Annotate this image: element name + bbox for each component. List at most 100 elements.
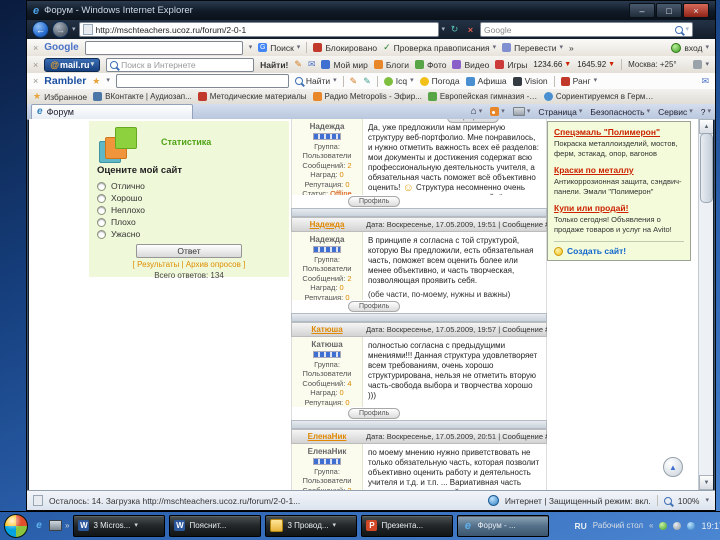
radio-icon[interactable] [97, 181, 106, 191]
refresh-button[interactable]: ↻ [448, 22, 461, 37]
stop-button[interactable]: × [464, 22, 477, 37]
radio-icon[interactable] [97, 193, 106, 203]
maximize-button[interactable]: □ [656, 3, 682, 18]
spellcheck-button[interactable]: ✓ Проверка правописания ▾ [383, 42, 496, 53]
favorite-link-vk[interactable]: ВКонтакте | Аудиозап... [93, 92, 192, 101]
profile-button[interactable]: Профиль [348, 301, 401, 312]
poll-results-links[interactable]: [ Результаты | Архив опросов ] [97, 260, 281, 269]
desktop-toolbar-label[interactable]: Рабочий стол [593, 521, 643, 530]
tools-menu-button[interactable]: Сервис ▾ [658, 107, 693, 117]
author-name[interactable]: ЕленаНик [292, 447, 362, 457]
poll-option-excellent[interactable]: Отлично [97, 180, 281, 192]
rambler-icq-button[interactable]: Icq ▾ [383, 76, 414, 86]
mailru-myworld-button[interactable]: Мой мир [321, 60, 368, 70]
rambler-weather-button[interactable]: Погода [419, 76, 460, 86]
mailru-find-button[interactable]: Найти! [260, 60, 288, 70]
mailru-settings-button[interactable]: ▾ [693, 60, 709, 69]
overflow-chevron-icon[interactable]: » [65, 521, 69, 530]
scroll-up-button[interactable]: ▲ [699, 119, 713, 134]
taskbar-button-forum-active[interactable]: e Форум - ... [457, 514, 550, 537]
print-button[interactable]: ▾ [512, 107, 530, 116]
forward-button[interactable]: → [52, 21, 69, 38]
favorite-link-gymnasium[interactable]: Европейская гимназия - Новос... [427, 92, 538, 101]
weather-widget[interactable]: Москва: +25° [628, 60, 677, 69]
mailru-blogs-button[interactable]: Блоги [373, 60, 409, 70]
mailru-search-input[interactable]: Поиск в Интернете [106, 57, 255, 72]
radio-icon[interactable] [97, 205, 106, 215]
start-button[interactable] [4, 513, 28, 538]
poll-option-okay[interactable]: Неплохо [97, 204, 281, 216]
favorite-link-radio[interactable]: Радио Metropolis - Эфир... [312, 92, 422, 101]
poll-option-good[interactable]: Хорошо [97, 192, 281, 204]
history-dropdown-icon[interactable]: ▾ [72, 26, 76, 33]
tab-forum[interactable]: e Форум [31, 104, 193, 119]
show-desktop-icon[interactable] [49, 520, 62, 531]
minimize-button[interactable]: – [629, 3, 655, 18]
toolbar-close-icon[interactable]: × [33, 43, 38, 53]
rambler-vision-button[interactable]: Vision [512, 76, 548, 86]
poll-vote-button[interactable]: Ответ [136, 244, 242, 258]
tray-chevron-icon[interactable]: « [649, 521, 653, 530]
rambler-afisha-button[interactable]: Афиша [465, 76, 507, 86]
search-icon[interactable] [674, 25, 683, 34]
mailru-video-button[interactable]: Видео [452, 60, 489, 70]
dropdown-icon[interactable]: ▾ [106, 77, 110, 84]
google-signin-button[interactable]: вход ▾ [671, 42, 709, 53]
taskbar-button-explorer-group[interactable]: 3 Провод... ▾ [265, 514, 358, 537]
scroll-down-button[interactable]: ▼ [699, 475, 713, 490]
profile-button[interactable]: Профиль [447, 119, 500, 123]
taskbar-button-word-group[interactable]: W 3 Micros... ▾ [73, 514, 166, 537]
taskbar-button-word-doc[interactable]: W Пояснит... [169, 514, 262, 537]
address-bar[interactable]: http://mschteachers.ucoz.ru/forum/2-0-1 [78, 22, 439, 37]
ad-title-link[interactable]: Спецэмаль "Полимерон" [554, 127, 684, 137]
zoom-level[interactable]: 100% [678, 496, 700, 506]
safety-menu-button[interactable]: Безопасность ▾ [590, 107, 650, 117]
network-tray-icon[interactable] [687, 521, 696, 530]
translate-button[interactable]: Перевести ▾ [502, 43, 563, 53]
radio-icon[interactable] [97, 217, 106, 227]
mailru-logo-button[interactable]: @ mail.ru ▾ [44, 57, 101, 72]
favorites-star-icon[interactable]: ★ [92, 76, 100, 87]
google-search-input[interactable] [84, 40, 243, 55]
stock-quote-1[interactable]: 1234.66 ▼ [533, 60, 571, 69]
favorite-link-method[interactable]: Методические материалы [197, 92, 307, 101]
help-menu-button[interactable]: ? ▾ [701, 107, 711, 117]
rambler-find-button[interactable]: Найти ▾ [294, 76, 337, 86]
volume-tray-icon[interactable] [673, 521, 682, 530]
poll-option-bad[interactable]: Плохо [97, 216, 281, 228]
favorites-button[interactable]: ★ Избранное [33, 91, 87, 102]
mailru-games-button[interactable]: Игры [495, 60, 527, 70]
marker-icon[interactable]: ✎ [363, 76, 371, 87]
close-button[interactable]: × [683, 3, 709, 18]
mail-icon[interactable]: ✉ [308, 59, 316, 70]
scroll-top-badge[interactable]: ▲ [663, 457, 683, 477]
poll-option-awful[interactable]: Ужасно [97, 228, 281, 240]
author-name[interactable]: Надежда [292, 235, 362, 245]
rambler-mail-icon[interactable]: ✉ [701, 76, 709, 87]
post-author-link[interactable]: Надежда [292, 220, 362, 229]
search-dropdown-icon[interactable]: ▾ [686, 26, 690, 33]
taskbar-button-powerpoint[interactable]: P Презента... [361, 514, 454, 537]
language-indicator[interactable]: RU [575, 521, 587, 531]
stock-quote-2[interactable]: 1645.92 ▼ [577, 60, 615, 69]
mailru-photo-button[interactable]: Фото [414, 60, 446, 70]
compose-icon[interactable]: ✎ [294, 59, 302, 70]
ad-title-link[interactable]: Краски по металлу [554, 165, 684, 175]
antivirus-tray-icon[interactable] [659, 521, 668, 530]
address-dropdown-icon[interactable]: ▾ [442, 26, 446, 33]
popup-blocker-button[interactable]: Блокировано [313, 43, 377, 53]
back-button[interactable]: ← [32, 21, 49, 38]
profile-button[interactable]: Профиль [348, 408, 401, 419]
google-search-dropdown-icon[interactable]: ▾ [249, 44, 253, 51]
feeds-button[interactable]: ▾ [490, 107, 505, 116]
create-site-link[interactable]: Создать сайт! [567, 246, 626, 256]
google-search-button[interactable]: G Поиск ▾ [258, 43, 300, 53]
toolbar-close-icon[interactable]: × [33, 76, 38, 86]
statistics-link[interactable]: Статистика [161, 137, 211, 147]
favorite-link-germany[interactable]: Сориентируемся в Германии по гу... [543, 92, 654, 101]
home-button[interactable]: ⌂ ▾ [471, 106, 483, 117]
search-box[interactable]: Google ▾ [480, 22, 694, 37]
ad-title-link[interactable]: Купи или продай! [554, 203, 684, 213]
author-name[interactable]: Надежда [292, 122, 362, 132]
vertical-scrollbar[interactable]: ▲ ▼ [698, 119, 713, 490]
